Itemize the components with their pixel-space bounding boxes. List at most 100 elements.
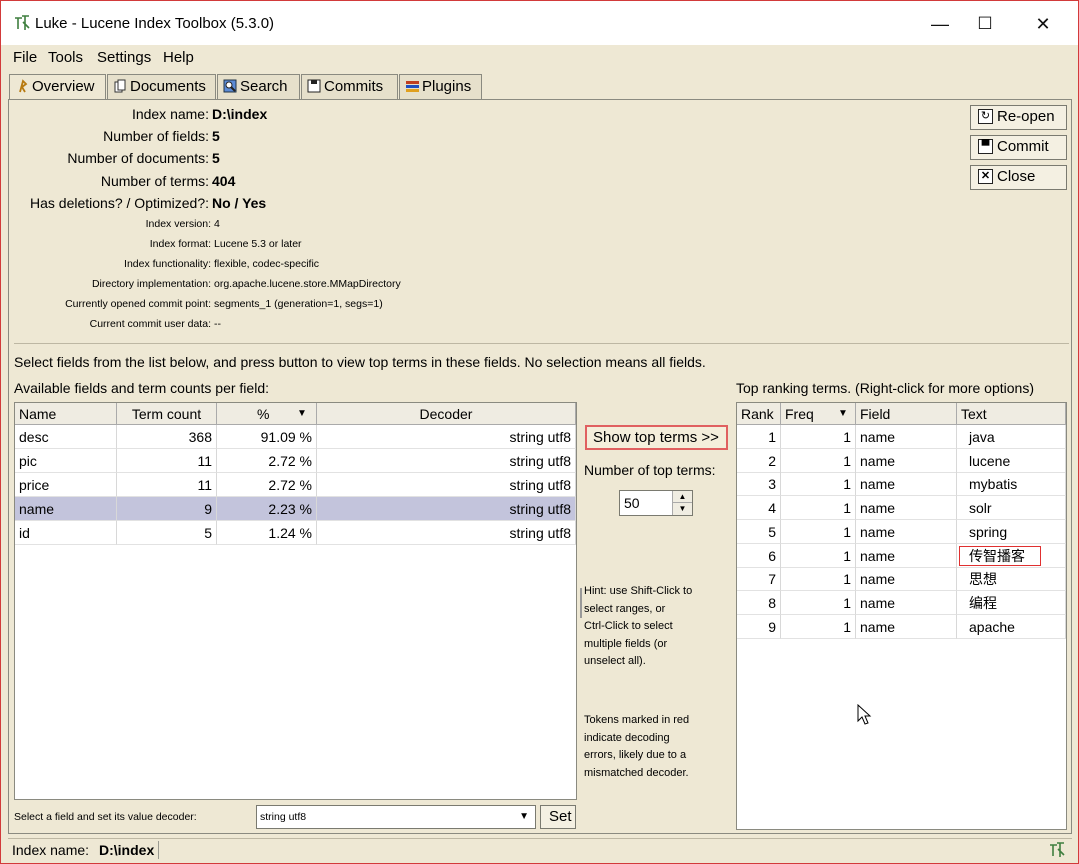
splitter-handle[interactable] — [580, 588, 582, 618]
commit-point-label: Currently opened commit point: — [65, 298, 211, 310]
percent-cell: 2.23 % — [217, 497, 317, 521]
field-cell: name — [856, 496, 957, 521]
documents-icon — [113, 79, 127, 94]
tab-overview[interactable]: Overview — [9, 74, 106, 101]
commit-point-value: segments_1 (generation=1, segs=1) — [214, 298, 383, 310]
col-header-name[interactable]: Name — [15, 403, 117, 425]
tab-commits[interactable]: Commits — [301, 74, 398, 100]
mouse-cursor-icon — [857, 703, 873, 729]
status-index-value: D:\index — [99, 842, 155, 858]
table-row[interactable]: 6 1 name 传智播客 — [737, 543, 1066, 568]
col-header-percent[interactable]: % ▼ — [217, 403, 317, 425]
index-version-value: 4 — [214, 218, 220, 230]
rank-cell: 5 — [737, 519, 781, 544]
reopen-button[interactable]: ↻ Re-open — [970, 105, 1067, 130]
freq-cell: 1 — [781, 425, 856, 449]
col-header-field[interactable]: Field — [856, 403, 957, 425]
tab-search[interactable]: Search — [217, 74, 300, 100]
field-name-cell: pic — [15, 449, 117, 473]
num-top-terms-spinner[interactable]: 50 ▲ ▼ — [619, 490, 693, 516]
table-row[interactable]: id 5 1.24 % string utf8 — [15, 521, 576, 545]
spin-up-icon[interactable]: ▲ — [672, 491, 692, 503]
index-version-label: Index version: — [145, 218, 211, 230]
close-window-button[interactable]: ✕ — [1028, 11, 1058, 37]
term-text-cell: 编程 — [957, 590, 1066, 615]
menu-settings[interactable]: Settings — [97, 49, 151, 66]
overview-icon — [15, 79, 29, 94]
decoder-select[interactable]: string utf8 ▼ — [256, 805, 536, 829]
table-row[interactable]: 7 1 name 思想 — [737, 567, 1066, 592]
fields-table[interactable]: Name Term count % ▼ Decoder desc 368 91.… — [14, 402, 577, 800]
table-row[interactable]: 2 1 name lucene — [737, 448, 1066, 473]
term-text-cell: mybatis — [957, 472, 1066, 497]
hint-line: select ranges, or — [584, 602, 666, 615]
col-header-text[interactable]: Text — [957, 403, 1066, 425]
col-header-term-count[interactable]: Term count — [117, 403, 217, 425]
hint-line: Tokens marked in red — [584, 714, 690, 726]
close-index-button[interactable]: ✕ Close — [970, 165, 1067, 190]
close-icon: ✕ — [978, 169, 993, 184]
table-row[interactable]: desc 368 91.09 % string utf8 — [15, 425, 576, 449]
tab-documents[interactable]: Documents — [107, 74, 216, 100]
table-row[interactable]: 5 1 name spring — [737, 519, 1066, 544]
menu-file[interactable]: File — [13, 49, 37, 66]
deletions-label: Has deletions? / Optimized?: — [30, 195, 209, 211]
search-icon — [223, 79, 237, 94]
table-row[interactable]: 4 1 name solr — [737, 496, 1066, 521]
hint-line: indicate decoding — [584, 731, 670, 744]
tab-plugins[interactable]: Plugins — [399, 74, 482, 100]
freq-cell: 1 — [781, 614, 856, 639]
col-header-rank[interactable]: Rank — [737, 403, 781, 425]
spin-down-icon[interactable]: ▼ — [672, 503, 692, 515]
table-row[interactable]: pic 11 2.72 % string utf8 — [15, 449, 576, 473]
hint-line: mismatched decoder. — [584, 766, 689, 779]
table-row-selected[interactable]: name 9 2.23 % string utf8 — [15, 497, 576, 521]
col-header-freq[interactable]: Freq ▼ — [781, 403, 856, 425]
num-fields-value: 5 — [212, 128, 220, 144]
terms-table[interactable]: Rank Freq ▼ Field Text 1 1 name java 2 1 name l… — [736, 402, 1067, 830]
num-top-terms-label: Number of top terms: — [584, 462, 716, 478]
rank-cell: 8 — [737, 590, 781, 615]
set-decoder-button[interactable]: Set — [540, 805, 576, 829]
table-row[interactable]: 3 1 name mybatis — [737, 472, 1066, 497]
functionality-label: Index functionality: — [124, 258, 211, 270]
term-text-cell: lucene — [957, 448, 1066, 473]
field-cell: name — [856, 543, 957, 568]
tab-label: Plugins — [422, 78, 472, 95]
tab-label: Documents — [130, 78, 206, 95]
num-terms-label: Number of terms: — [100, 173, 209, 189]
index-format-label: Index format: — [149, 238, 211, 250]
show-top-terms-button[interactable]: Show top terms >> — [585, 425, 728, 450]
menu-help[interactable]: Help — [163, 49, 194, 66]
select-fields-instruction: Select fields from the list below, and p… — [14, 354, 706, 370]
commit-button[interactable]: ▀ Commit — [970, 135, 1067, 160]
rank-cell: 3 — [737, 472, 781, 497]
freq-cell: 1 — [781, 519, 856, 544]
menu-tools[interactable]: Tools — [48, 49, 83, 66]
term-count-cell: 5 — [117, 521, 217, 545]
table-row[interactable]: 9 1 name apache — [737, 614, 1066, 639]
directory-label: Directory implementation: — [91, 278, 211, 290]
maximize-button[interactable]: ☐ — [970, 11, 1000, 37]
commits-icon — [307, 79, 321, 94]
term-text-cell: 传智播客 — [957, 543, 1066, 568]
reopen-label: Re-open — [997, 108, 1055, 125]
term-count-cell: 368 — [117, 425, 217, 449]
term-text-cell: solr — [957, 496, 1066, 521]
term-text-cell: 思想 — [957, 567, 1066, 592]
col-header-decoder[interactable]: Decoder — [317, 403, 576, 425]
table-row[interactable]: 1 1 name java — [737, 425, 1066, 449]
freq-cell: 1 — [781, 543, 856, 568]
minimize-button[interactable]: — — [925, 11, 955, 37]
field-name-cell: id — [15, 521, 117, 545]
refresh-icon: ↻ — [978, 109, 993, 124]
percent-header-label: % — [257, 406, 270, 422]
term-text-cell: java — [957, 425, 1066, 449]
commit-user-data-value: -- — [214, 318, 221, 330]
field-cell: name — [856, 519, 957, 544]
table-row[interactable]: 8 1 name 编程 — [737, 590, 1066, 615]
decoder-select-value: string utf8 — [260, 811, 307, 823]
hint-line: Ctrl-Click to select — [584, 620, 673, 632]
field-cell: name — [856, 567, 957, 592]
table-row[interactable]: price 11 2.72 % string utf8 — [15, 473, 576, 497]
